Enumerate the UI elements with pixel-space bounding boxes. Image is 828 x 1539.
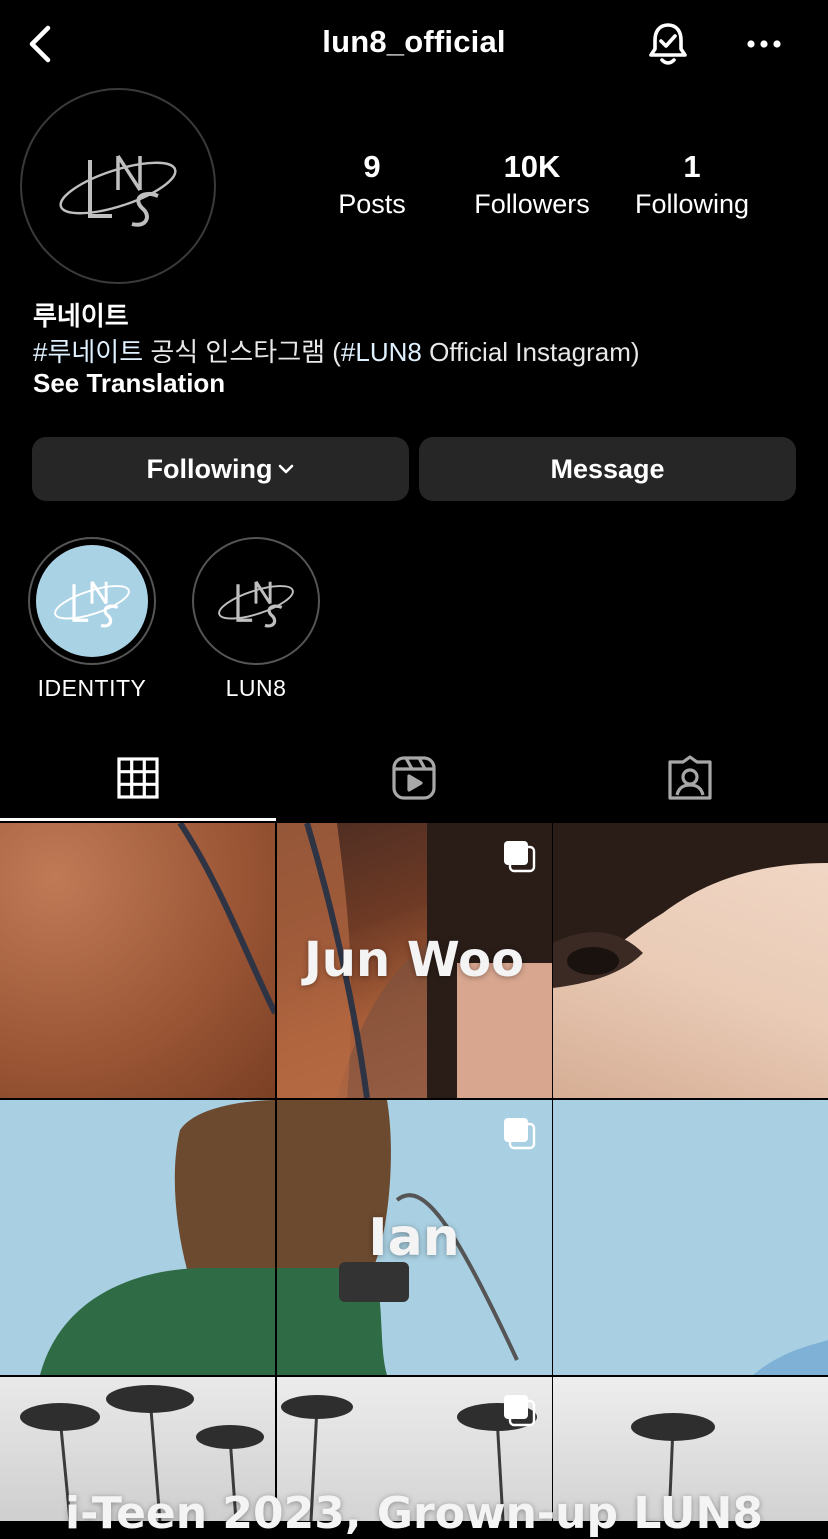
lun8-logo-icon (59, 155, 177, 227)
highlight-lun8[interactable]: LUN8 (192, 537, 320, 702)
more-options-button[interactable] (738, 22, 790, 66)
post-overlay-title: Ian (368, 1208, 460, 1268)
stat-posts[interactable]: 9 Posts (292, 148, 452, 222)
bio-text-end: Official Instagram) (421, 337, 640, 367)
highlight-cover (36, 545, 148, 657)
reels-icon (392, 756, 436, 800)
post-overlay-title: i-Teen 2023, Grown-up LUN8 (65, 1488, 763, 1539)
carousel-icon (504, 1395, 536, 1427)
tagged-icon (668, 755, 712, 800)
message-button-label: Message (550, 453, 665, 484)
highlight-label: LUN8 (225, 675, 287, 701)
profile-bio: #루네이트 공식 인스타그램 (#LUN8 Official Instagram… (33, 332, 640, 369)
carousel-icon (504, 1118, 536, 1150)
highlight-identity[interactable]: IDENTITY (28, 537, 156, 702)
stat-following-label: Following (634, 189, 750, 219)
message-button[interactable]: Message (419, 437, 796, 501)
stat-followers-value: 10K (503, 149, 561, 184)
stat-following-value: 1 (683, 149, 701, 184)
highlight-ring (192, 537, 320, 665)
see-translation-link[interactable]: See Translation (33, 368, 225, 399)
grid-icon (117, 757, 159, 799)
highlight-cover (200, 545, 312, 657)
bio-hashtag-en[interactable]: #LUN8 (341, 337, 422, 367)
tab-tagged[interactable] (552, 736, 828, 820)
highlight-ring (28, 537, 156, 665)
bio-text-mid: 공식 인스타그램 ( (143, 337, 341, 367)
stat-followers[interactable]: 10K Followers (452, 148, 612, 222)
chevron-down-icon (279, 464, 294, 474)
profile-avatar[interactable] (20, 88, 216, 284)
profile-username-title: lun8_official (322, 24, 506, 59)
more-horizontal-icon (747, 40, 781, 48)
bio-hashtag-ko[interactable]: #루네이트 (33, 337, 143, 367)
lun8-logo-icon (54, 580, 130, 628)
highlight-label: IDENTITY (37, 675, 147, 701)
active-tab-indicator (0, 818, 276, 821)
lun8-logo-icon (218, 580, 294, 628)
post-overlay-title: Jun Woo (303, 932, 525, 988)
stat-following[interactable]: 1 Following (612, 148, 772, 222)
stat-followers-label: Followers (474, 189, 590, 219)
tab-reels[interactable] (276, 736, 552, 820)
bell-check-icon (649, 23, 687, 65)
following-button-label: Following (146, 453, 273, 484)
carousel-icon (504, 841, 536, 873)
stat-posts-value: 9 (363, 149, 381, 184)
notifications-button[interactable] (642, 18, 694, 70)
following-button[interactable]: Following (32, 437, 409, 501)
stat-posts-label: Posts (338, 189, 406, 219)
tab-posts-grid[interactable] (0, 736, 276, 820)
profile-display-name: 루네이트 (33, 301, 129, 331)
